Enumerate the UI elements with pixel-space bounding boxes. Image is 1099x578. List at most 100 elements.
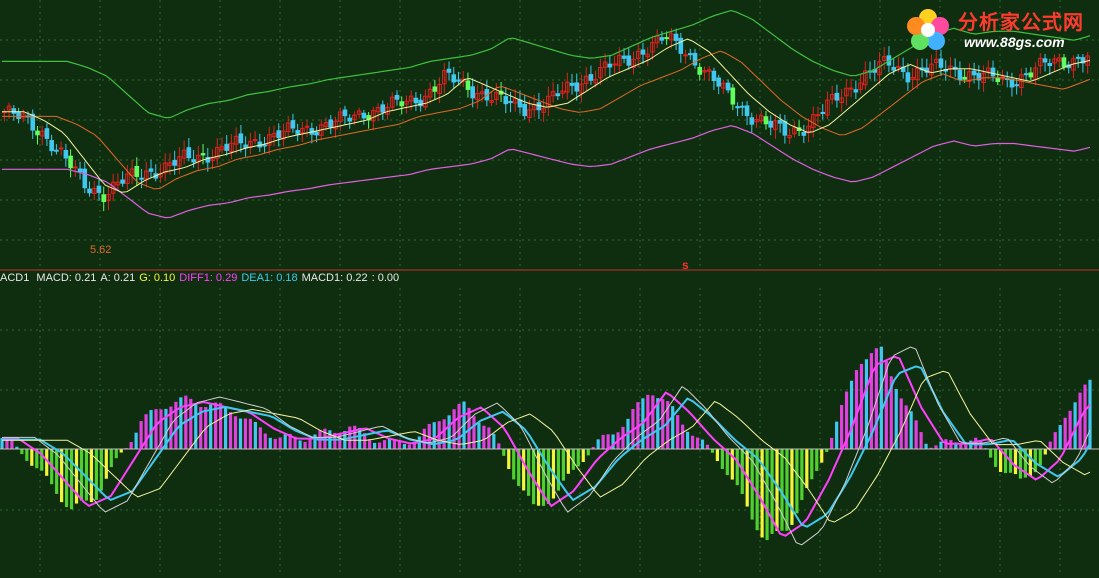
candle-body bbox=[16, 111, 21, 119]
candle-body bbox=[262, 144, 267, 147]
candle-body bbox=[82, 168, 88, 189]
macd-histogram-bar bbox=[522, 449, 526, 491]
candle-body bbox=[1009, 78, 1015, 88]
macd-histogram-bar bbox=[154, 409, 158, 449]
macd-histogram-bar bbox=[710, 449, 715, 453]
macd-histogram-bar bbox=[1028, 449, 1032, 477]
macd-histogram-bar bbox=[964, 444, 968, 449]
macd-histogram-bar bbox=[258, 427, 262, 449]
candle-body bbox=[517, 99, 523, 108]
macd-histogram-bar bbox=[1053, 432, 1057, 449]
macd-histogram-bar bbox=[581, 449, 585, 462]
candle-body bbox=[692, 52, 698, 66]
candle-body bbox=[77, 168, 83, 173]
candle-body bbox=[49, 140, 54, 152]
macd-histogram-bar bbox=[313, 434, 317, 449]
candle-body bbox=[191, 159, 196, 163]
macd-histogram-bar bbox=[601, 434, 605, 449]
macd-histogram-bar bbox=[382, 440, 387, 449]
logo-title: 分析家公式网 bbox=[958, 10, 1084, 34]
legend-item: : 0.00 bbox=[371, 272, 400, 284]
macd-histogram-bar bbox=[695, 437, 700, 449]
macd-histogram-bar bbox=[30, 449, 34, 466]
candle-body bbox=[853, 89, 859, 93]
candle-body bbox=[1042, 58, 1048, 63]
macd-histogram-bar bbox=[790, 449, 794, 525]
macd-histogram-bar bbox=[919, 432, 923, 449]
macd-histogram-bar bbox=[775, 449, 779, 531]
macd-histogram-bar bbox=[671, 406, 675, 449]
macd-histogram-bar bbox=[218, 403, 223, 449]
macd-histogram-bar bbox=[1063, 417, 1067, 449]
macd-histogram-bar bbox=[283, 434, 287, 449]
macd-histogram-bar bbox=[507, 449, 511, 469]
candle-body bbox=[673, 33, 679, 41]
candle-body bbox=[782, 121, 788, 136]
candle-body bbox=[456, 79, 461, 82]
flower-logo-icon bbox=[907, 9, 949, 50]
candle-body bbox=[962, 76, 967, 80]
candle-body bbox=[44, 128, 50, 139]
low-price-label: 5.62 bbox=[90, 244, 112, 256]
candle-body bbox=[687, 53, 693, 56]
indicator-values: MACD: 0.21 A: 0.21 G: 0.10 DIFF1: 0.29 DEA1:… bbox=[36, 272, 403, 284]
macd-histogram-bar bbox=[586, 449, 590, 456]
macd-histogram-bar bbox=[576, 449, 580, 467]
macd-histogram-bar bbox=[830, 437, 834, 449]
macd-histogram-bar bbox=[422, 428, 426, 449]
candle-body bbox=[432, 86, 438, 92]
candle-body bbox=[1047, 62, 1053, 67]
candle-body bbox=[465, 80, 471, 90]
macd-histogram-bar bbox=[99, 449, 103, 491]
macd-histogram-bar bbox=[1043, 449, 1047, 455]
candle-body bbox=[971, 70, 977, 76]
candle-body bbox=[891, 66, 896, 71]
macd-histogram-bar bbox=[233, 416, 238, 449]
candle-body bbox=[730, 87, 736, 105]
candle-body bbox=[328, 119, 334, 128]
indicator-name: ACD1 bbox=[0, 272, 30, 284]
macd-histogram-bar bbox=[720, 449, 724, 469]
macd-histogram-bar bbox=[263, 433, 267, 449]
candle-body bbox=[200, 153, 206, 156]
macd-histogram-bar bbox=[989, 449, 993, 458]
macd-histogram-bar bbox=[253, 421, 257, 449]
macd-histogram-bar bbox=[556, 449, 561, 491]
candle-body bbox=[139, 177, 144, 180]
logo-url: www.88gs.com bbox=[964, 34, 1065, 50]
macd-histogram-bar bbox=[815, 449, 819, 471]
macd-histogram-bar bbox=[134, 432, 138, 449]
legend-item: A: 0.21 bbox=[100, 272, 136, 284]
macd-histogram-bar bbox=[487, 427, 491, 449]
candle-body bbox=[11, 108, 17, 114]
candle-body bbox=[735, 106, 740, 109]
candle-body bbox=[725, 82, 731, 91]
macd-histogram-bar bbox=[765, 449, 769, 541]
candle-body bbox=[834, 92, 840, 101]
candle-body bbox=[87, 188, 92, 194]
macd-histogram-bar bbox=[40, 449, 44, 471]
macd-histogram-bar bbox=[482, 425, 486, 449]
candle-body bbox=[252, 139, 258, 142]
macd-histogram-bar bbox=[238, 418, 243, 449]
site-logo: 分析家公式网 www.88gs.com bbox=[900, 4, 1096, 54]
candle-body bbox=[101, 194, 107, 203]
candle-body bbox=[446, 68, 452, 73]
macd-histogram-bar bbox=[273, 438, 277, 449]
macd-histogram-bar bbox=[1038, 449, 1042, 465]
macd-histogram-bar bbox=[690, 435, 695, 449]
candle-body bbox=[361, 112, 367, 119]
macd-histogram-bar bbox=[457, 403, 461, 449]
candle-body bbox=[621, 55, 627, 59]
candle-body bbox=[96, 185, 102, 193]
macd-histogram-bar bbox=[685, 431, 690, 449]
macd-histogram-bar bbox=[1003, 449, 1008, 474]
candle-body bbox=[555, 93, 561, 97]
candle-body bbox=[276, 130, 282, 139]
candle-body bbox=[749, 117, 755, 125]
macd-histogram-bar bbox=[303, 441, 307, 449]
macd-histogram-bar bbox=[735, 449, 739, 486]
candle-body bbox=[120, 179, 125, 184]
macd-histogram-bar bbox=[805, 449, 809, 489]
candle-body bbox=[508, 100, 513, 104]
